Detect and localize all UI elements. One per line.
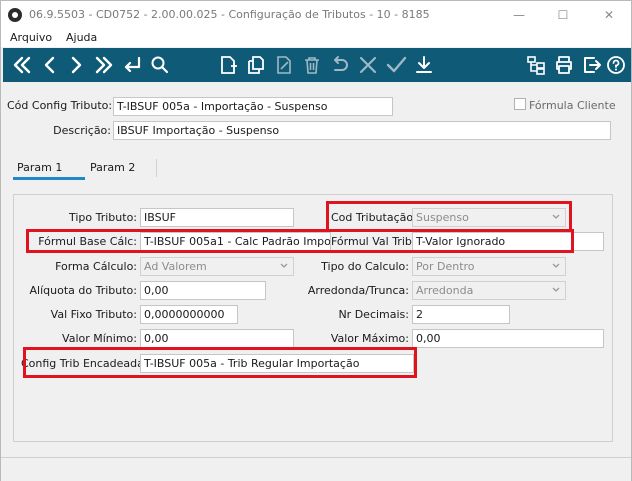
cod-config-field[interactable]: T-IBSUF 005a - Importação - Suspenso [113, 97, 393, 116]
print-icon[interactable] [551, 52, 577, 78]
val-fixo-label: Val Fixo Tributo: [50, 308, 137, 321]
aliquota-label: Alíquota do Tributo: [29, 284, 137, 297]
tree-icon[interactable] [523, 52, 549, 78]
formul-val-field[interactable]: T-Valor Ignorado [412, 232, 604, 251]
forma-calculo-select[interactable]: Ad Valorem [140, 257, 294, 276]
arredonda-select[interactable]: Arredonda [412, 281, 566, 300]
cancel-icon[interactable] [355, 52, 381, 78]
previous-record-icon[interactable] [37, 52, 63, 78]
chevron-down-icon [552, 214, 560, 219]
tipo-calculo-select[interactable]: Por Dentro [412, 257, 566, 276]
tipo-tributo-label: Tipo Tributo: [68, 211, 137, 224]
formul-base-field[interactable]: T-IBSUF 005a1 - Calc Padrão Importaç [140, 232, 331, 251]
active-tab-indicator [13, 177, 85, 180]
exit-icon[interactable] [579, 52, 605, 78]
aliquota-field[interactable]: 0,00 [140, 281, 266, 300]
help-icon[interactable] [603, 52, 629, 78]
valor-minimo-label: Valor Mínimo: [62, 332, 137, 345]
valor-minimo-field[interactable]: 0,00 [140, 329, 294, 348]
last-record-icon[interactable] [91, 52, 117, 78]
config-encadeada-field[interactable]: T-IBSUF 005a - Trib Regular Importação [140, 354, 414, 373]
formula-cliente-label: Fórmula Cliente [529, 99, 616, 112]
cod-tributacao-label: Cod Tributação: [331, 211, 417, 224]
tab-divider [156, 159, 157, 177]
arredonda-value: Arredonda [416, 284, 474, 297]
tipo-tributo-field[interactable]: IBSUF [140, 208, 294, 227]
minimize-button[interactable]: — [505, 5, 533, 25]
close-button[interactable]: ✕ [595, 5, 623, 25]
formula-cliente-checkbox[interactable] [514, 98, 526, 110]
val-fixo-field[interactable]: 0,0000000000 [140, 305, 238, 324]
cod-tributacao-value: Suspenso [416, 211, 469, 224]
maximize-button[interactable]: ☐ [549, 5, 577, 25]
window-title: 06.9.5503 - CD0752 - 2.00.00.025 - Confi… [29, 8, 430, 21]
menu-ajuda[interactable]: Ajuda [66, 31, 97, 44]
confirm-icon[interactable] [383, 52, 409, 78]
new-icon[interactable] [215, 52, 241, 78]
descricao-field[interactable]: IBSUF Importação - Suspenso [113, 121, 611, 140]
valor-maximo-field[interactable]: 0,00 [412, 329, 604, 348]
descricao-label: Descrição: [53, 124, 111, 137]
menu-bar: Arquivo Ajuda [1, 29, 631, 47]
tab-param-1[interactable]: Param 1 [13, 159, 66, 179]
forma-calculo-value: Ad Valorem [144, 260, 207, 273]
config-encadeada-label: Config Trib Encadeada: [21, 357, 148, 370]
nr-decimais-field[interactable]: 2 [412, 305, 510, 324]
toolbar [3, 48, 631, 82]
tab-param-2[interactable]: Param 2 [86, 159, 139, 179]
chevron-down-icon [552, 263, 560, 268]
valor-maximo-label: Valor Máximo: [330, 332, 409, 345]
app-logo-icon [8, 8, 22, 22]
tipo-calculo-value: Por Dentro [416, 260, 475, 273]
cod-tributacao-select[interactable]: Suspenso [412, 208, 566, 227]
title-bar: 06.9.5503 - CD0752 - 2.00.00.025 - Confi… [1, 1, 631, 29]
status-bar [1, 457, 631, 481]
return-icon[interactable] [119, 52, 145, 78]
arredonda-label: Arredonda/Trunca: [307, 284, 409, 297]
next-record-icon[interactable] [63, 52, 89, 78]
undo-icon[interactable] [327, 52, 353, 78]
app-window: 06.9.5503 - CD0752 - 2.00.00.025 - Confi… [0, 0, 632, 481]
tipo-calculo-label: Tipo do Calculo: [321, 260, 409, 273]
menu-arquivo[interactable]: Arquivo [10, 31, 52, 44]
forma-calculo-label: Forma Cálculo: [55, 260, 137, 273]
edit-icon[interactable] [271, 52, 297, 78]
formul-val-label: Fórmul Val Trib: [331, 235, 416, 248]
first-record-icon[interactable] [9, 52, 35, 78]
cod-config-label: Cód Config Tributo: [7, 99, 113, 112]
copy-icon[interactable] [243, 52, 269, 78]
download-icon[interactable] [411, 52, 437, 78]
search-icon[interactable] [147, 52, 173, 78]
nr-decimais-label: Nr Decimais: [338, 308, 409, 321]
chevron-down-icon [280, 263, 288, 268]
formul-base-label: Fórmul Base Cálc: [38, 235, 137, 248]
chevron-down-icon [552, 287, 560, 292]
delete-icon[interactable] [299, 52, 325, 78]
